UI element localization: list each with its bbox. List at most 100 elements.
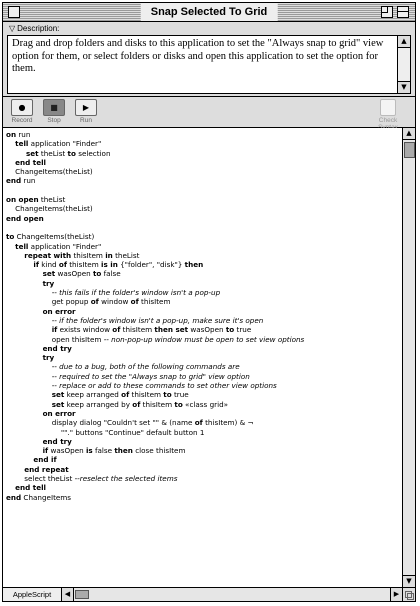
- code-keyword: set: [6, 148, 39, 158]
- code-line[interactable]: set keep arranged by of thisItem to «cla…: [6, 400, 304, 409]
- code-text: run: [16, 130, 31, 139]
- code-text: window: [98, 297, 131, 307]
- code-keyword: to: [67, 148, 76, 158]
- code-line[interactable]: to ChangeItems(theList): [6, 232, 304, 241]
- code-line[interactable]: end ChangeItems: [6, 493, 304, 502]
- horizontal-scrollbar[interactable]: ◀ ▶: [62, 588, 402, 601]
- code-line[interactable]: open thisItem -- non-pop-up window must …: [6, 335, 305, 344]
- code-line[interactable]: end try: [6, 437, 304, 446]
- description-text[interactable]: Drag and drop folders and disks to this …: [12, 38, 394, 76]
- code-line[interactable]: end run: [6, 176, 304, 185]
- code-line[interactable]: end open: [6, 214, 304, 223]
- scroll-down-arrow-icon[interactable]: ▼: [398, 81, 410, 93]
- code-line[interactable]: -- this fails if the folder's window isn…: [6, 288, 304, 297]
- code-line[interactable]: repeat with thisItem in theList: [6, 251, 304, 260]
- code-line[interactable]: on error: [6, 307, 304, 316]
- description-label[interactable]: ▽ Description:: [9, 24, 59, 33]
- check-syntax-button[interactable]: Check Syntax: [369, 99, 407, 131]
- code-line[interactable]: try: [6, 353, 304, 362]
- scroll-up-arrow-icon[interactable]: ▲: [398, 36, 410, 48]
- zoom-box-icon[interactable]: [381, 6, 393, 18]
- code-text: select theList: [6, 473, 75, 483]
- code-keyword: end tell: [15, 483, 47, 493]
- description-field[interactable]: Drag and drop folders and disks to this …: [7, 35, 411, 94]
- code-keyword: end repeat: [24, 464, 69, 474]
- code-line[interactable]: end tell: [6, 158, 304, 167]
- code-line[interactable]: on error: [6, 409, 304, 418]
- code-line[interactable]: set wasOpen to false: [6, 269, 304, 278]
- code-keyword: to: [174, 399, 183, 409]
- code-line[interactable]: set theList to selection: [6, 149, 304, 158]
- code-line[interactable]: end if: [6, 455, 304, 464]
- code-line[interactable]: select theList --reselect the selected i…: [6, 474, 304, 483]
- collapse-box-icon[interactable]: [397, 6, 409, 18]
- code-text: {"folder", "disk"}: [117, 260, 185, 270]
- code-line[interactable]: tell application "Finder": [6, 242, 304, 251]
- scroll-right-arrow-icon[interactable]: ▶: [390, 588, 402, 601]
- scroll-left-arrow-icon[interactable]: ◀: [62, 588, 74, 601]
- code-line[interactable]: if wasOpen is false then close thisItem: [6, 446, 304, 455]
- scroll-down-arrow-icon[interactable]: ▼: [403, 575, 415, 587]
- code-keyword: end open: [6, 213, 44, 223]
- description-scrollbar[interactable]: ▲ ▼: [397, 36, 410, 93]
- code-text: theList: [112, 250, 140, 260]
- code-text: application "Finder": [28, 139, 102, 149]
- scroll-thumb[interactable]: [404, 142, 415, 158]
- code-line[interactable]: try: [6, 279, 304, 288]
- script-text-area[interactable]: on run tell application "Finder" set the…: [3, 128, 402, 587]
- scroll-up-arrow-icon[interactable]: ▲: [403, 128, 415, 140]
- code-text: kind: [39, 260, 59, 270]
- code-text: thisItem: [129, 390, 164, 400]
- code-line[interactable]: if kind of thisItem is in {"folder", "di…: [6, 260, 304, 269]
- code-text: false: [101, 269, 121, 279]
- code-line[interactable]: ""." buttons "Continue" default button 1: [6, 428, 304, 437]
- code-text: false: [92, 446, 115, 456]
- code-line[interactable]: display dialog "Couldn't set "" & (name …: [6, 418, 304, 427]
- code-keyword: end if: [33, 455, 57, 465]
- language-popup[interactable]: AppleScript: [3, 588, 62, 601]
- code-line[interactable]: [6, 223, 304, 232]
- code-text: thisItem: [71, 250, 106, 260]
- code-text: display dialog "Couldn't set "" & (name: [6, 418, 195, 428]
- code-line[interactable]: end tell: [6, 483, 304, 492]
- script-code[interactable]: on run tell application "Finder" set the…: [6, 130, 304, 502]
- code-line[interactable]: -- replace or add to these commands to s…: [6, 381, 304, 390]
- code-keyword: on: [6, 130, 17, 139]
- code-line[interactable]: -- due to a bug, both of the following c…: [6, 362, 304, 371]
- code-text: wasOpen: [188, 325, 226, 335]
- code-text: exists window: [57, 325, 113, 335]
- code-text: keep arranged: [64, 390, 122, 400]
- code-keyword: tell: [15, 139, 29, 149]
- code-keyword: end try: [42, 436, 72, 446]
- disclosure-triangle-icon[interactable]: ▽: [9, 24, 15, 33]
- code-keyword: then set: [154, 325, 189, 335]
- code-line[interactable]: -- required to set the "Always snap to g…: [6, 372, 304, 381]
- close-box-icon[interactable]: [8, 6, 20, 18]
- resize-grip-icon[interactable]: [402, 588, 415, 601]
- vertical-scrollbar[interactable]: ▲ ▼: [402, 128, 415, 587]
- code-line[interactable]: [6, 186, 304, 195]
- code-line[interactable]: set keep arranged of thisItem to true: [6, 390, 304, 399]
- code-line[interactable]: end try: [6, 344, 304, 353]
- code-line[interactable]: tell application "Finder": [6, 139, 304, 148]
- scroll-thumb[interactable]: [75, 590, 89, 599]
- run-icon: ▶: [75, 99, 97, 116]
- code-line[interactable]: on open theList: [6, 195, 304, 204]
- record-button[interactable]: ● Record: [11, 99, 33, 124]
- code-line[interactable]: get popup of window of thisItem: [6, 297, 304, 306]
- run-button[interactable]: ▶ Run: [75, 99, 97, 124]
- code-line[interactable]: if exists window of thisItem then set wa…: [6, 325, 304, 334]
- code-line[interactable]: ChangeItems(theList): [6, 204, 304, 213]
- stop-button[interactable]: ■ Stop: [43, 99, 65, 124]
- code-line[interactable]: -- if the folder's window isn't a pop-up…: [6, 316, 304, 325]
- code-comment: -- this fails if the folder's window isn…: [51, 288, 221, 298]
- code-line[interactable]: on run: [6, 130, 304, 139]
- code-line[interactable]: ChangeItems(theList): [6, 167, 304, 176]
- code-line[interactable]: end repeat: [6, 465, 304, 474]
- title-bar[interactable]: Snap Selected To Grid: [3, 3, 415, 22]
- code-keyword: set: [51, 390, 65, 400]
